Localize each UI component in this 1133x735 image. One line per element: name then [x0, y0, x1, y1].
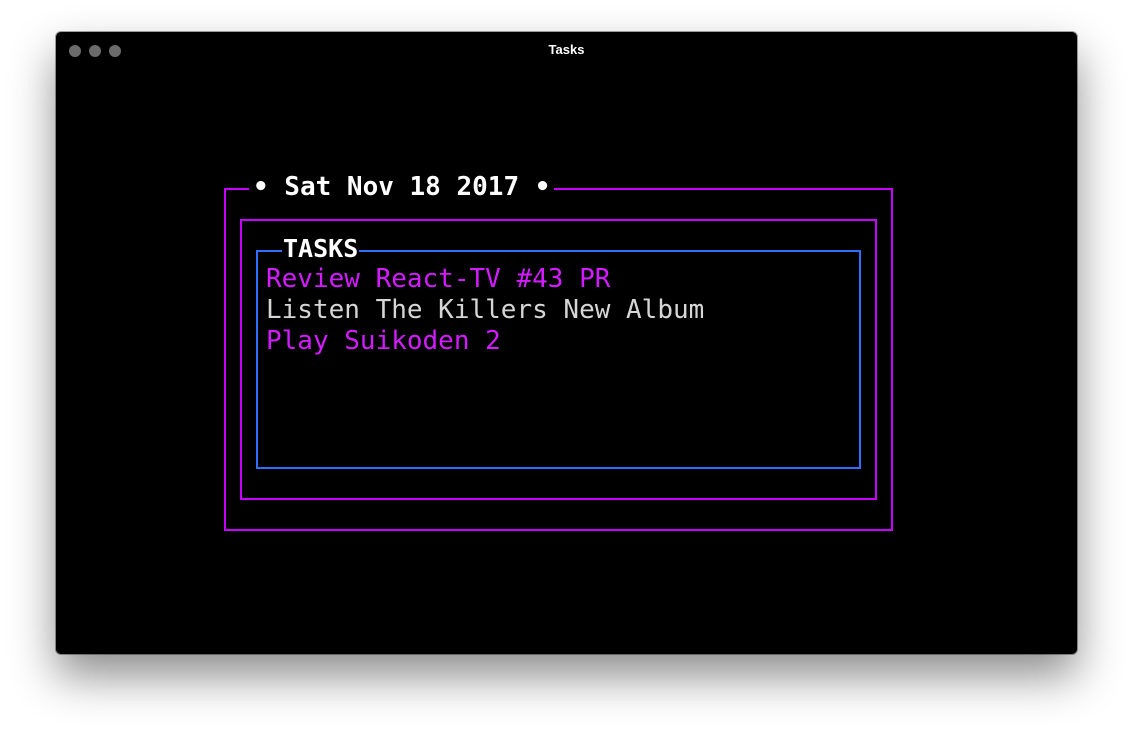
window-title: Tasks — [548, 42, 585, 57]
date-label: • Sat Nov 18 2017 • — [249, 170, 555, 204]
task-item[interactable]: Review React-TV #43 PR — [266, 264, 704, 295]
tasks-panel-label: TASKS — [282, 233, 360, 265]
task-item[interactable]: Listen The Killers New Album — [266, 295, 704, 326]
task-list: Review React-TV #43 PR Listen The Killer… — [266, 264, 704, 357]
task-item[interactable]: Play Suikoden 2 — [266, 326, 704, 357]
title-bar: Tasks — [56, 32, 1077, 68]
terminal-window: Tasks • Sat Nov 18 2017 • TASKS Review R… — [56, 32, 1077, 654]
